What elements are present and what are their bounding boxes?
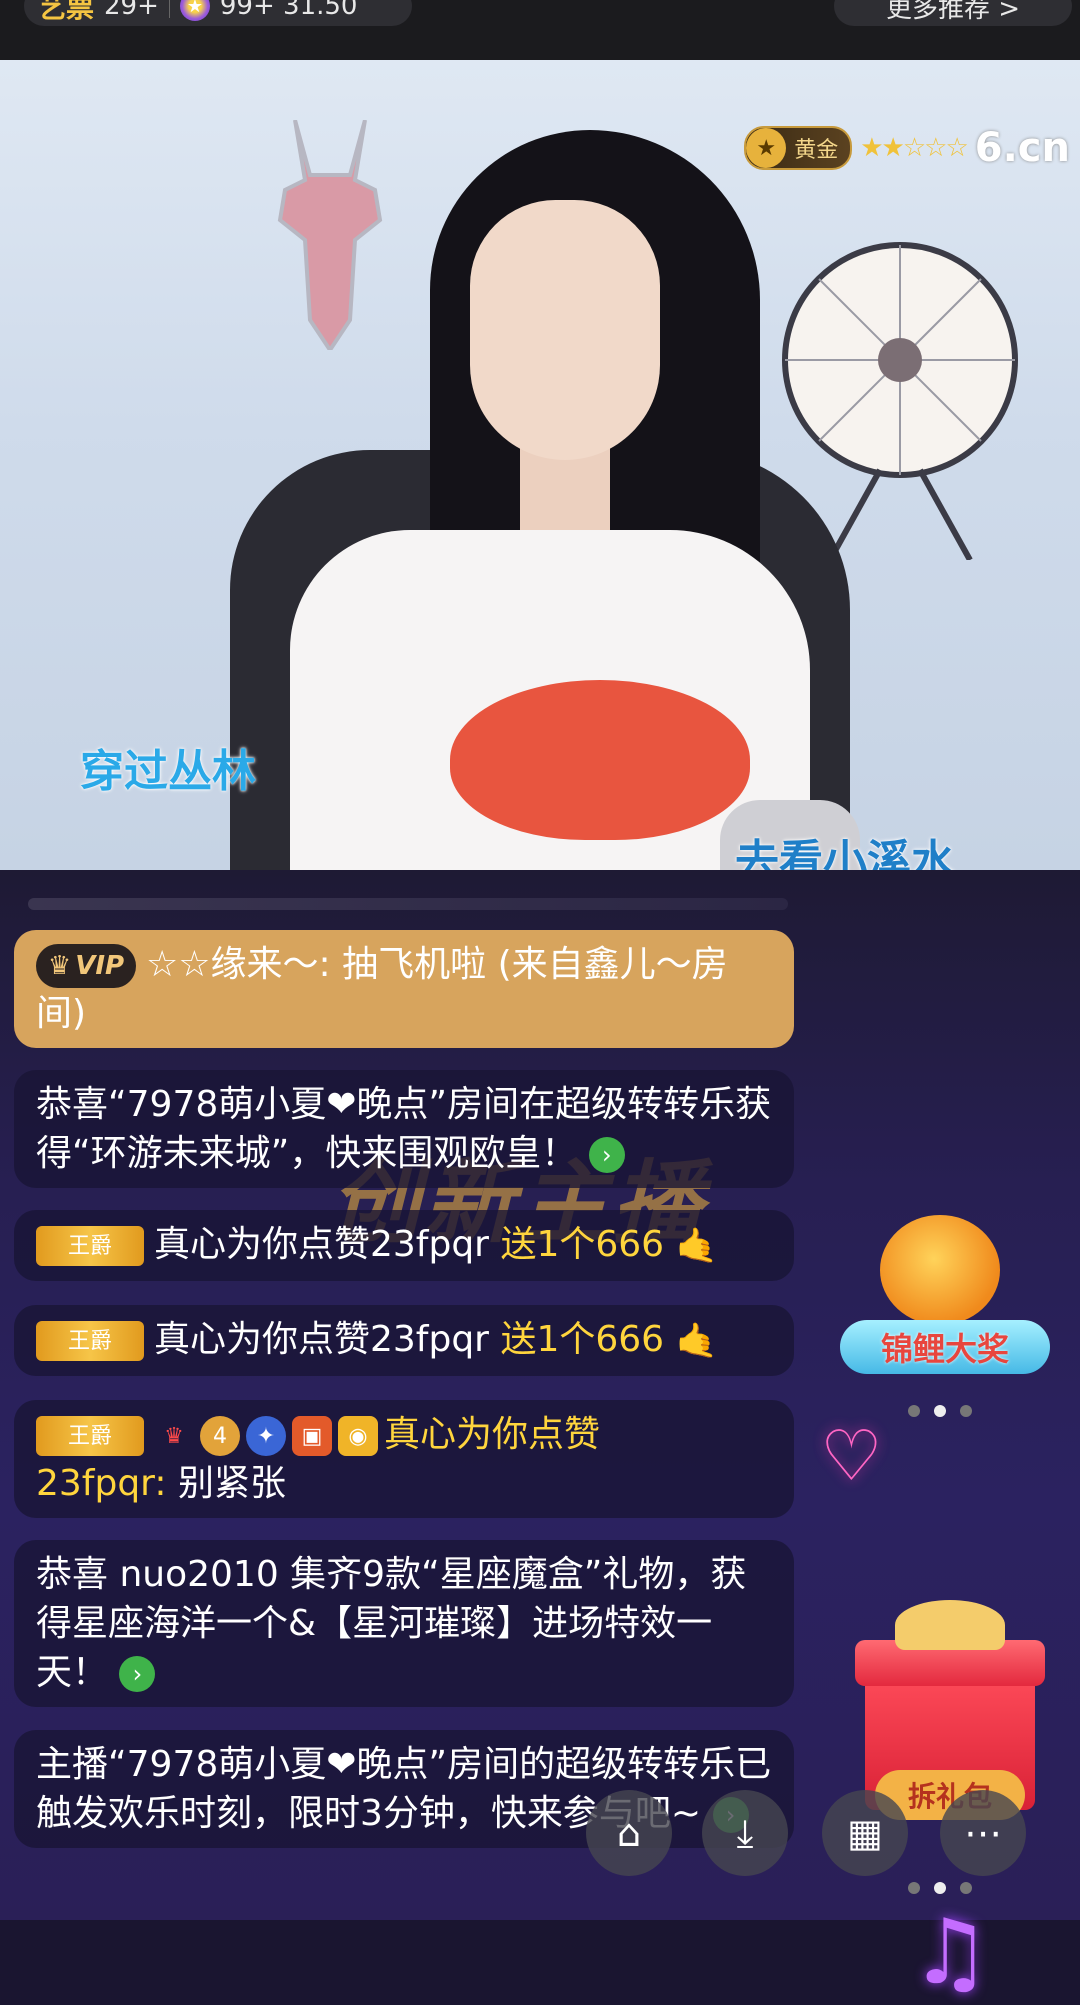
top-bar: 艺票 29+ ★ 99+ 31.50 更多推荐 > (0, 0, 1080, 60)
pager-dot-active[interactable] (934, 1882, 946, 1894)
user-name[interactable]: 真心为你点赞 (384, 1414, 600, 1455)
compass-icon: ✦ (246, 1416, 286, 1456)
gift-text: 送1个666 (500, 1319, 665, 1360)
crown-icon: ♛ (164, 1423, 184, 1449)
arrow-right-icon[interactable]: › (119, 1656, 156, 1692)
room-info-pill[interactable]: 艺票 29+ ★ 99+ 31.50 (24, 0, 412, 26)
chat-message-vip[interactable]: ♛ VIP ☆☆缘来～: 抽飞机啦 (来自鑫儿～房间) (14, 930, 794, 1048)
shirt-lips-print (450, 680, 750, 840)
grid-icon: ▦ (847, 1811, 883, 1855)
live-video[interactable]: ★ 黄金 ★★☆☆☆ 6.cn 穿过丛林 去看小溪水 (0, 60, 1080, 870)
vip-badge: ♛ VIP (36, 944, 136, 988)
message-text: 真心为你点赞23fpqr (154, 1224, 489, 1265)
chat-top-line (28, 898, 788, 910)
share-icon: ⌂ (616, 1811, 642, 1855)
level-4-icon: 4 (200, 1416, 240, 1456)
pager-dot[interactable] (908, 1882, 920, 1894)
share-button[interactable]: ⌂ (586, 1790, 672, 1876)
pager-dot[interactable] (908, 1405, 920, 1417)
gift-bow-icon (895, 1600, 1005, 1650)
streamer-face (470, 200, 660, 460)
anchor-level[interactable]: ★ 黄金 ★★☆☆☆ 6.cn (744, 125, 1070, 171)
gift-text: 送1个666 (500, 1224, 665, 1265)
vip-badge-label: VIP (75, 950, 125, 981)
brand-logo: 艺票 (38, 0, 95, 24)
pager-dot[interactable] (960, 1882, 972, 1894)
more-button[interactable]: ⋯ (940, 1790, 1026, 1876)
level-badge: ★ 黄金 (744, 126, 853, 170)
rank-badge: 王爵 (36, 1226, 144, 1266)
grid-menu-button[interactable]: ▦ (822, 1790, 908, 1876)
viewer-count: 99+ 31.50 (219, 0, 358, 21)
lyric-line-2: 去看小溪水 (735, 836, 955, 870)
chat-message-user[interactable]: 王爵 ♛ 4 ✦ ▣ ◉ 真心为你点赞 23fpqr: 别紧张 (14, 1400, 794, 1518)
pager-dot-active[interactable] (934, 1405, 946, 1417)
level-stars: ★★☆☆☆ (860, 133, 969, 163)
rank-badge: 王爵 (36, 1416, 144, 1456)
download-button[interactable]: ⤓ (702, 1790, 788, 1876)
medal-icon: ★ (746, 128, 787, 168)
user-icon: ◉ (338, 1416, 378, 1456)
divider (168, 0, 170, 18)
more-icon: ⋯ (964, 1811, 1002, 1855)
download-icon: ⤓ (736, 1810, 754, 1855)
rank-badge: 王爵 (36, 1321, 144, 1361)
fans-count: 29+ (104, 0, 159, 21)
chat-message-gift[interactable]: 王爵 真心为你点赞23fpqr 送1个666 🤙 (14, 1210, 794, 1281)
chat-message-system[interactable]: 恭喜“7978萌小夏❤晚点”房间在超级转转乐获得“环游未来城”，快来围观欧皇！ … (14, 1070, 794, 1188)
chat-message-system[interactable]: 恭喜 nuo2010 集齐9款“星座魔盒”礼物，获得星座海洋一个&【星河璀璨】进… (14, 1540, 794, 1707)
star-icon: ★ (179, 0, 210, 21)
more-recommend-button[interactable]: 更多推荐 > (834, 0, 1072, 26)
message-text: 别紧张 (177, 1463, 286, 1504)
user-id[interactable]: 23fpqr: (36, 1463, 166, 1504)
gift-pack-widget[interactable]: 拆礼包 (855, 1600, 1045, 1820)
message-text: 恭喜“7978萌小夏❤晚点”房间在超级转转乐获得“环游未来城”，快来围观欧皇！ (36, 1084, 772, 1174)
chat-message-system[interactable]: 主播“7978萌小夏❤晚点”房间的超级转转乐已触发欢乐时刻，限时3分钟，快来参与… (14, 1730, 794, 1848)
pager-dot[interactable] (960, 1405, 972, 1417)
heart-icon: ♡ (820, 1415, 883, 1497)
koi-prize-widget[interactable]: 锦鲤大奖 (840, 1215, 1050, 1385)
lyric-line-1: 穿过丛林 (80, 746, 256, 797)
level-label: 黄金 (794, 138, 839, 163)
koi-fish-icon (880, 1215, 1000, 1325)
arrow-right-icon[interactable]: › (588, 1137, 625, 1173)
message-text: 真心为你点赞23fpqr (154, 1319, 489, 1360)
music-note-icon: ♫ (910, 1900, 991, 2005)
koi-pager[interactable] (908, 1405, 972, 1417)
crown-icon: ♛ (47, 950, 72, 981)
hand-gesture-icon: 🤙 (675, 1320, 718, 1361)
koi-prize-label: 锦鲤大奖 (840, 1320, 1050, 1374)
gift-pager[interactable] (908, 1882, 972, 1894)
deer-head-decor (277, 120, 383, 350)
hand-gesture-icon: 🤙 (675, 1225, 718, 1266)
chat-message-gift[interactable]: 王爵 真心为你点赞23fpqr 送1个666 🤙 (14, 1305, 794, 1376)
message-text: ☆☆缘来～: 抽飞机啦 (来自鑫儿～房间) (36, 944, 728, 1034)
site-logo: 6.cn (974, 125, 1070, 171)
more-recommend-label: 更多推荐 > (885, 0, 1021, 24)
gift-box-icon: ▣ (292, 1416, 332, 1456)
